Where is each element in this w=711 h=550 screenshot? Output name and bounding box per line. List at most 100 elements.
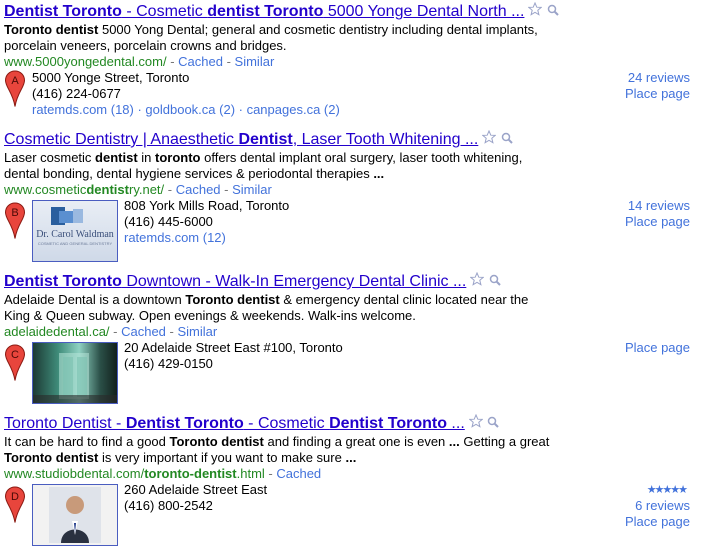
local-info: 5000 Yonge Street, Toronto (416) 224-067… (32, 70, 340, 118)
search-result: Dentist Toronto Downtown - Walk-In Emerg… (4, 271, 704, 405)
magnifier-icon[interactable] (501, 132, 513, 144)
cached-link[interactable]: Cached (176, 182, 221, 197)
result-url-line: www.5000yongedental.com/ - Cached - Simi… (4, 54, 275, 70)
result-snippet: It can be hard to find a good Toronto de… (4, 434, 564, 466)
snippet-segment: dentist (95, 150, 138, 166)
magnifier-icon[interactable] (547, 4, 559, 16)
snippet-segment: Toronto dentist (4, 22, 99, 38)
result-title-link[interactable]: Toronto Dentist - Dentist Toronto - Cosm… (4, 415, 465, 432)
source-link[interactable]: ratemds.com (18) · goldbook.ca (2) · can… (32, 102, 340, 117)
pin-letter: B (11, 207, 18, 219)
snippet-segment: Toronto dentist (185, 292, 280, 308)
address: 260 Adelaide Street East (124, 482, 268, 498)
result-title-link[interactable]: Dentist Toronto Downtown - Walk-In Emerg… (4, 273, 466, 290)
snippet-segment: It can be hard to find a good (4, 434, 170, 450)
star-icon[interactable] (527, 1, 543, 17)
result-url[interactable]: www.cosmeticdentistry.net/ (4, 182, 164, 197)
map-pin-icon[interactable]: C (4, 344, 26, 382)
snippet-segment: Adelaide Dental is a downtown (4, 292, 186, 308)
cached-link[interactable]: Cached (121, 324, 166, 339)
url-segment: www.cosmetic (4, 182, 87, 198)
snippet-segment: & emergency dental clinic located near t… (279, 292, 529, 308)
title-segment: Dentist Toronto (4, 3, 122, 20)
result-title[interactable]: Dentist Toronto Downtown - Walk-In Emerg… (4, 271, 704, 291)
local-listing: A 5000 Yonge Street, Toronto (416) 224-0… (4, 70, 704, 118)
map-pin-icon[interactable]: A (4, 70, 26, 108)
snippet-line: Toronto dentist 5000 Yong Dental; genera… (4, 22, 564, 38)
pin-letter: A (11, 75, 19, 87)
snippet-line: Laser cosmetic dentist in toronto offers… (4, 150, 564, 166)
cached-link[interactable]: Cached (178, 54, 223, 69)
address: 20 Adelaide Street East #100, Toronto (124, 340, 343, 356)
thumbnail-image[interactable]: Dr. Carol Waldman COSMETIC AND GENERAL D… (32, 200, 118, 263)
thumbnail-subcaption: COSMETIC AND GENERAL DENTISTRY (37, 241, 113, 247)
local-right: 14 reviews Place page (570, 198, 690, 230)
title-segment: ... (446, 415, 465, 432)
snippet-segment: ... (373, 166, 385, 182)
source-link[interactable]: ratemds.com (12) (124, 230, 226, 245)
title-segment: Dentist Toronto (4, 273, 122, 290)
thumbnail-image[interactable] (32, 484, 118, 547)
title-segment: Dentist (238, 131, 293, 148)
snippet-segment: porcelain veneers, porcelain crowns and … (4, 38, 287, 54)
reviews-link[interactable]: 24 reviews (570, 70, 690, 86)
title-segment: Cosmetic Dentistry | Anaesthetic (4, 131, 239, 148)
pin-letter: D (11, 491, 19, 503)
local-listing: B Dr. Carol Waldman COSMETIC AND GENERAL… (4, 198, 704, 264)
result-title-link[interactable]: Dentist Toronto - Cosmetic dentist Toron… (4, 3, 524, 20)
phone: (416) 445-6000 (124, 214, 213, 230)
title-segment: Downtown - Walk-In Emergency Dental Clin… (121, 273, 467, 290)
reviews-link[interactable]: 6 reviews (635, 498, 690, 513)
star-icon[interactable] (469, 271, 485, 287)
title-segment: dentist Toronto (207, 3, 324, 20)
review-sources: ratemds.com (18) · goldbook.ca (2) · can… (32, 102, 340, 118)
url-segment: toronto-dentist (144, 466, 237, 482)
result-url[interactable]: www.5000yongedental.com/ (4, 54, 167, 69)
title-segment: Dentist Toronto (125, 415, 244, 432)
map-pin-icon[interactable]: D (4, 486, 26, 524)
local-right: Place page (570, 340, 690, 356)
snippet-line: King & Queen subway. Open evenings & wee… (4, 308, 564, 324)
local-info: 808 York Mills Road, Toronto (416) 445-6… (124, 198, 289, 246)
result-title[interactable]: Dentist Toronto - Cosmetic dentist Toron… (4, 1, 704, 21)
snippet-line: It can be hard to find a good Toronto de… (4, 434, 564, 450)
phone: (416) 800-2542 (124, 498, 213, 514)
snippet-segment: is very important if you want to make su… (98, 450, 346, 466)
magnifier-icon[interactable] (487, 416, 499, 428)
title-segment: - Cosmetic (121, 3, 208, 20)
result-title[interactable]: Toronto Dentist - Dentist Toronto - Cosm… (4, 413, 704, 433)
place-page-link[interactable]: Place page (530, 514, 690, 530)
similar-link[interactable]: Similar (177, 324, 217, 339)
url-segment: dentist (86, 182, 129, 198)
result-url[interactable]: adelaidedental.ca/ (4, 324, 110, 339)
magnifier-icon[interactable] (489, 274, 501, 286)
result-snippet: Adelaide Dental is a downtown Toronto de… (4, 292, 564, 324)
result-url[interactable]: www.studiobdental.com/toronto-dentist.ht… (4, 466, 265, 481)
snippet-segment: and finding a great one is even (263, 434, 449, 450)
place-page-link[interactable]: Place page (570, 86, 690, 102)
result-title[interactable]: Cosmetic Dentistry | Anaesthetic Dentist… (4, 129, 704, 149)
rating-stars: ★★★★★ (646, 484, 688, 497)
snippet-segment: ... (345, 450, 357, 466)
address: 5000 Yonge Street, Toronto (32, 70, 190, 86)
result-snippet: Toronto dentist 5000 Yong Dental; genera… (4, 22, 564, 54)
star-icon[interactable] (468, 413, 484, 429)
place-page-link[interactable]: Place page (570, 340, 690, 356)
map-pin-icon[interactable]: B (4, 202, 26, 240)
result-title-link[interactable]: Cosmetic Dentistry | Anaesthetic Dentist… (4, 131, 478, 148)
place-page-link[interactable]: Place page (570, 214, 690, 230)
snippet-segment: Getting a great (459, 434, 550, 450)
storefront-photo (33, 353, 117, 404)
similar-link[interactable]: Similar (235, 54, 275, 69)
cached-link[interactable]: Cached (276, 466, 321, 481)
thumbnail-image[interactable] (32, 342, 118, 405)
url-segment: .html (236, 466, 265, 482)
reviews-link[interactable]: 14 reviews (570, 198, 690, 214)
local-info: 20 Adelaide Street East #100, Toronto (4… (124, 340, 343, 372)
result-url-line: adelaidedental.ca/ - Cached - Similar (4, 324, 218, 340)
snippet-line: Toronto dentist is very important if you… (4, 450, 564, 466)
pin-letter: C (11, 349, 19, 361)
local-right: ★★★★★ 6 reviews Place page (530, 482, 690, 530)
star-icon[interactable] (481, 129, 497, 145)
similar-link[interactable]: Similar (232, 182, 272, 197)
